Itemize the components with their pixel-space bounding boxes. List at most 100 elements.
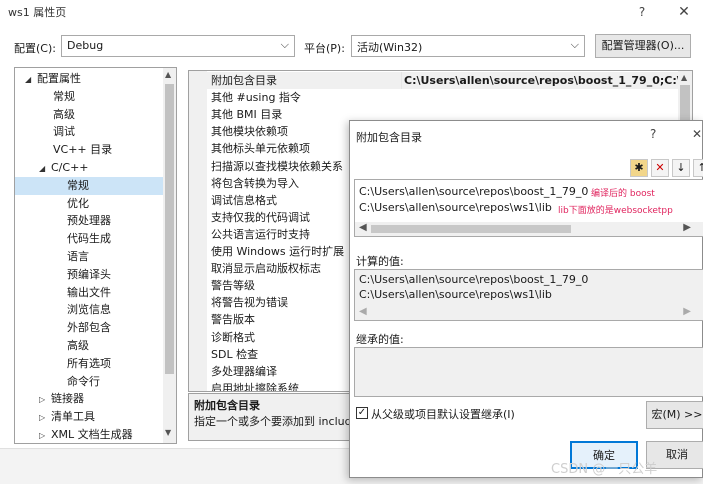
tree-scroll-thumb[interactable] <box>165 84 174 374</box>
tree-item[interactable]: 高级 <box>15 337 164 355</box>
tree-item-label: 链接器 <box>51 392 84 406</box>
tree-item-label: 清单工具 <box>51 410 95 424</box>
description-panel: 附加包含目录 指定一个或多个要添加到 include <box>188 393 363 441</box>
inherited-label: 继承的值: <box>356 333 404 346</box>
tree-item[interactable]: 浏览信息 <box>15 301 164 319</box>
dialog-close-button[interactable]: ✕ <box>692 127 702 141</box>
platform-value: 活动(Win32) <box>357 41 423 54</box>
tree-item[interactable]: 输出文件 <box>15 284 164 302</box>
expanded-icon[interactable]: ◢ <box>39 160 51 178</box>
scroll-left-icon[interactable]: ◀ <box>359 222 367 233</box>
tree-item[interactable]: 调试 <box>15 123 164 141</box>
collapsed-icon[interactable]: ▷ <box>39 391 51 409</box>
expanded-icon[interactable]: ◢ <box>25 71 37 89</box>
description-text: 指定一个或多个要添加到 include <box>194 415 359 428</box>
evaluated-value: C:\Users\allen\source\repos\boost_1_79_0 <box>359 273 589 286</box>
tree-scrollbar[interactable]: ▲ ▼ <box>163 68 176 443</box>
annotation: lib下面放的是websocketpp <box>558 206 673 216</box>
config-label: 配置(C): <box>14 42 56 55</box>
property-row[interactable]: 附加包含目录 C:\Users\allen\source\repos\boost_… <box>189 72 679 89</box>
scroll-right-icon[interactable]: ▶ <box>683 222 691 233</box>
description-title: 附加包含目录 <box>194 399 260 412</box>
tree-item[interactable]: ▷ 清单工具 <box>15 408 164 426</box>
inherit-checkbox-label[interactable]: 从父级或项目默认设置继承(I) <box>371 406 515 422</box>
platform-select[interactable]: 活动(Win32) ⌵ <box>351 35 585 57</box>
macro-button[interactable]: 宏(M) >> <box>646 401 703 429</box>
tree-item-label: 代码生成 <box>67 232 111 246</box>
collapsed-icon[interactable]: ▷ <box>39 427 51 443</box>
tree-item[interactable]: 常规 <box>15 176 164 195</box>
property-tree: ◢ 配置属性 常规 高级 调试 VC++ 目录 ◢ C/C++ 常规 优化 预处理器 代码生成 语言 预编… <box>14 67 177 444</box>
tree-item-label: VC++ 目录 <box>53 143 113 157</box>
tree-item-label: 常规 <box>53 89 75 103</box>
tree-item-label: 常规 <box>67 178 89 192</box>
include-dirs-list[interactable]: C:\Users\allen\source\repos\boost_1_79_0… <box>354 179 703 237</box>
list-item[interactable]: C:\Users\allen\source\repos\ws1\lib <box>359 201 552 214</box>
move-down-icon[interactable]: ↓ <box>672 159 690 177</box>
property-row[interactable]: 其他 #using 指令 <box>189 89 679 106</box>
move-up-icon[interactable]: ↑ <box>693 159 703 177</box>
annotation: 编译后的 boost <box>591 189 655 199</box>
tree-item-label: 语言 <box>67 250 89 263</box>
tree-item[interactable]: 语言 <box>15 248 164 266</box>
inherit-checkbox[interactable]: ✓ <box>356 407 368 419</box>
property-name: 其他 #using 指令 <box>211 91 301 105</box>
tree-item[interactable]: 高级 <box>15 106 164 124</box>
scroll-thumb[interactable] <box>371 225 571 233</box>
tree-item-label: C/C++ <box>51 161 89 174</box>
chevron-down-icon: ⌵ <box>280 38 289 51</box>
tree-item-label: 高级 <box>67 339 89 352</box>
tree-item[interactable]: ◢ C/C++ <box>15 159 164 177</box>
scroll-up-icon[interactable]: ▲ <box>165 70 171 79</box>
tree-item[interactable]: VC++ 目录 <box>15 141 164 159</box>
evaluated-label: 计算的值: <box>356 255 404 268</box>
tree-item[interactable]: 外部包含 <box>15 319 164 337</box>
window-title: ws1 属性页 <box>8 6 67 19</box>
evaluated-value: C:\Users\allen\source\repos\ws1\lib <box>359 288 552 301</box>
collapsed-icon[interactable]: ▷ <box>39 409 51 427</box>
tree-item-label: 命令行 <box>67 374 100 388</box>
list-hscrollbar[interactable]: ◀ ▶ <box>355 222 703 236</box>
scroll-left-icon[interactable]: ◀ <box>359 306 367 317</box>
scroll-right-icon[interactable]: ▶ <box>683 306 691 317</box>
help-button[interactable]: ? <box>632 2 652 22</box>
tree-item[interactable]: 所有选项 <box>15 355 164 373</box>
tree-item-label: 预编译头 <box>67 267 111 281</box>
tree-item-label: 优化 <box>67 196 89 210</box>
tree-item[interactable]: 常规 <box>15 88 164 106</box>
tree-item-label: 预处理器 <box>67 214 111 228</box>
tree-item-label: 高级 <box>53 107 75 121</box>
scroll-down-icon[interactable]: ▼ <box>165 428 171 437</box>
tree-item[interactable]: 预编译头 <box>15 266 164 284</box>
tree-item-label: 配置属性 <box>37 72 81 85</box>
tree-item[interactable]: ▷ 链接器 <box>15 390 164 408</box>
close-button[interactable]: ✕ <box>674 2 694 22</box>
dialog-help-button[interactable]: ? <box>650 127 656 141</box>
config-select[interactable]: Debug ⌵ <box>61 35 295 57</box>
platform-label: 平台(P): <box>304 42 345 55</box>
tree-item-label: XML 文档生成器 <box>51 428 133 441</box>
tree-item[interactable]: ◢ 配置属性 <box>15 70 164 88</box>
config-manager-button[interactable]: 配置管理器(O)... <box>595 34 691 58</box>
tree-item[interactable]: ▷ XML 文档生成器 <box>15 426 164 443</box>
watermark: CSDN @一只公羊 <box>551 462 658 477</box>
include-dirs-dialog: 附加包含目录 ? ✕ ✱ ✕ ↓ ↑ C:\Users\allen\source… <box>349 120 703 478</box>
tree-item[interactable]: 预处理器 <box>15 212 164 230</box>
evaluated-values: C:\Users\allen\source\repos\boost_1_79_0… <box>354 269 703 321</box>
tree-item[interactable]: 代码生成 <box>15 230 164 248</box>
scroll-up-icon[interactable]: ▲ <box>681 73 687 82</box>
property-name: 附加包含目录 <box>211 74 277 87</box>
tree-item-label: 外部包含 <box>67 321 111 335</box>
evaluated-hscrollbar[interactable]: ◀ ▶ <box>355 306 703 320</box>
dialog-title: 附加包含目录 <box>356 131 422 144</box>
delete-icon[interactable]: ✕ <box>651 159 669 177</box>
property-value[interactable]: C:\Users\allen\source\repos\boost_1_79_0… <box>401 72 679 89</box>
tree-item[interactable]: 命令行 <box>15 373 164 391</box>
tree-item-label: 所有选项 <box>67 356 111 370</box>
new-folder-icon[interactable]: ✱ <box>630 159 648 177</box>
title-bar: ws1 属性页 ? ✕ <box>0 0 703 24</box>
tree-item-label: 输出文件 <box>67 285 111 299</box>
list-item[interactable]: C:\Users\allen\source\repos\boost_1_79_0 <box>359 185 588 198</box>
tree-item-label: 调试 <box>53 125 75 139</box>
tree-item[interactable]: 优化 <box>15 195 164 213</box>
